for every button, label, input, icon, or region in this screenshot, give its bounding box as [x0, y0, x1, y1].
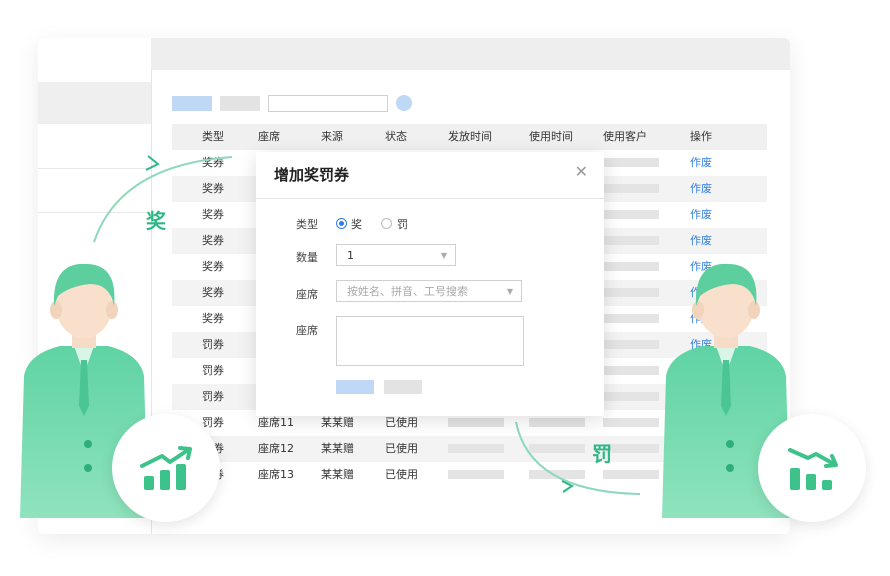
suit-button	[726, 440, 734, 448]
ear	[106, 301, 118, 319]
penalty-arrow-curve	[515, 421, 641, 495]
suit-button	[84, 464, 92, 472]
quantity-label: 数量	[296, 251, 318, 264]
ear	[748, 301, 760, 319]
trend-up-icon	[140, 446, 192, 490]
radio-reward[interactable]	[336, 218, 347, 229]
confirm-button[interactable]	[336, 380, 374, 394]
type-label: 类型	[296, 218, 318, 231]
trend-down-icon	[788, 448, 838, 490]
reward-arrow-head	[145, 155, 160, 171]
suit-button	[726, 464, 734, 472]
growth-badge	[112, 414, 220, 522]
quantity-value: 1	[347, 249, 354, 262]
ear	[50, 301, 62, 319]
add-coupon-dialog: 增加奖罚券 ✕ 类型 奖 罚 数量 1 ▼ 座席 按姓名、拼音、工号搜索 ▼ 座…	[256, 152, 604, 416]
quantity-select[interactable]: 1 ▼	[336, 244, 456, 266]
radio-penalty[interactable]	[381, 218, 392, 229]
chevron-down-icon: ▼	[506, 287, 513, 296]
chevron-down-icon: ▼	[440, 251, 447, 260]
close-icon[interactable]: ✕	[575, 162, 588, 181]
cancel-button[interactable]	[384, 380, 422, 394]
radio-reward-label: 奖	[351, 218, 362, 231]
seat-search-select[interactable]: 按姓名、拼音、工号搜索 ▼	[336, 280, 522, 302]
penalty-word: 罚	[592, 442, 612, 466]
reward-word: 奖	[146, 209, 166, 233]
ear	[692, 301, 704, 319]
seat-search-placeholder: 按姓名、拼音、工号搜索	[347, 285, 468, 298]
seat-label-2: 座席	[296, 324, 318, 337]
radio-penalty-label: 罚	[397, 218, 408, 231]
seat-textarea[interactable]	[336, 316, 524, 366]
dialog-title: 增加奖罚券	[274, 166, 350, 184]
dialog-divider	[256, 198, 604, 199]
suit-button	[84, 440, 92, 448]
seat-label: 座席	[296, 288, 318, 301]
decline-badge	[758, 414, 866, 522]
